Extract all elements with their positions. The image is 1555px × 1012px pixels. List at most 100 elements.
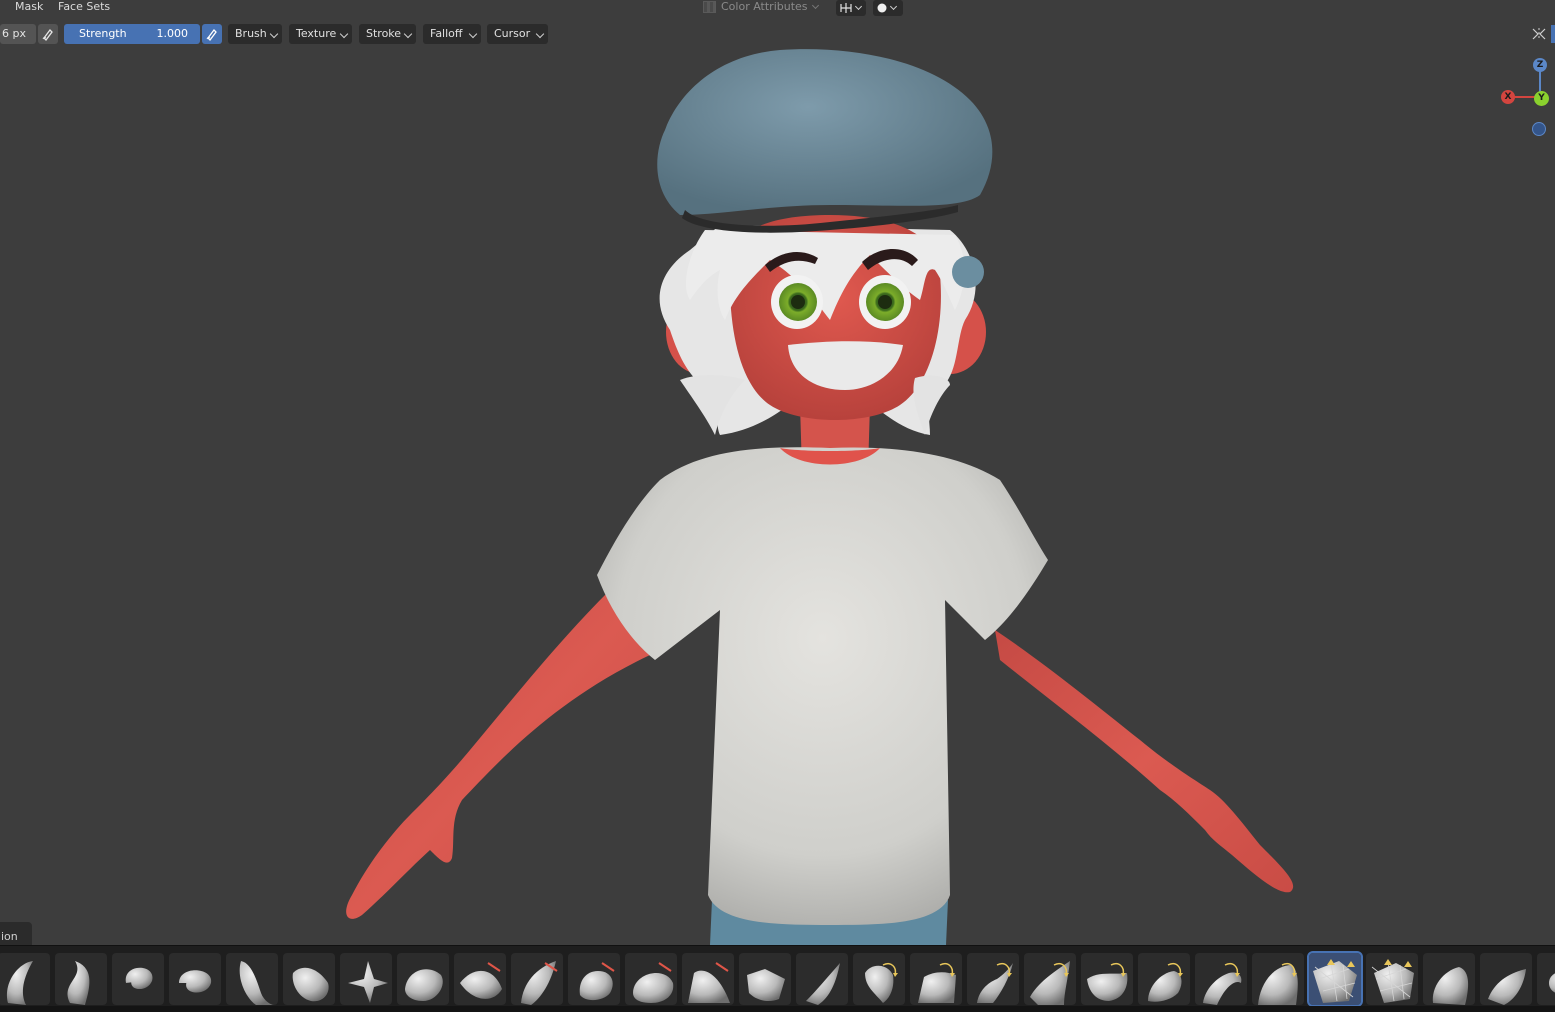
menu-mask[interactable]: Mask — [15, 0, 43, 14]
chevron-down-icon — [889, 2, 898, 11]
thumb-brush-icon — [1030, 961, 1070, 1005]
strength-pressure-button[interactable] — [202, 24, 222, 44]
brush-asset-shelf — [0, 945, 1555, 1012]
cursor-dropdown-label: Cursor — [494, 27, 531, 40]
nudge-brush[interactable] — [1138, 953, 1190, 1005]
strength-value: 1.000 — [156, 27, 189, 40]
clay-thumb-brush[interactable] — [226, 953, 278, 1005]
draw-face-sets-brush-icon — [1549, 973, 1555, 993]
chevron-down-icon — [854, 2, 863, 11]
tool-settings-header: 6 px Strength 1.000 Brush Texture Stroke… — [0, 24, 560, 44]
color-attributes-dropdown[interactable]: Color Attributes — [703, 0, 830, 14]
strength-label: Strength — [79, 27, 127, 40]
chevron-down-icon — [811, 1, 819, 10]
color-attributes-icon — [703, 1, 716, 13]
symmetry-dropdown[interactable] — [836, 0, 866, 16]
smooth-brush[interactable] — [511, 953, 563, 1005]
3d-viewport[interactable]: Mask Face Sets Color Attributes 6 px Str… — [0, 0, 1555, 945]
crease-brush[interactable] — [454, 953, 506, 1005]
navigation-gizmo[interactable]: Z X Y — [1495, 55, 1555, 140]
cloth-brush[interactable] — [1366, 953, 1418, 1005]
texture-dropdown[interactable]: Texture — [289, 24, 352, 44]
cursor-dropdown[interactable]: Cursor — [487, 24, 548, 44]
thumb-brush[interactable] — [1024, 953, 1076, 1005]
mask-brush[interactable] — [1480, 953, 1532, 1005]
mask-brush-icon — [1488, 969, 1526, 1005]
brush-dropdown[interactable]: Brush — [228, 24, 282, 44]
pose-brush[interactable] — [1081, 953, 1133, 1005]
pen-pressure-icon — [42, 29, 53, 41]
header-menu-row: Mask Face Sets Color Attributes — [0, 0, 1555, 16]
gizmo-z-axis[interactable]: Z — [1533, 58, 1547, 72]
blob-brush[interactable] — [397, 953, 449, 1005]
chevron-down-icon — [403, 29, 413, 39]
pose-brush-icon — [1087, 963, 1128, 1001]
layer-brush[interactable] — [283, 953, 335, 1005]
grab-brush[interactable] — [853, 953, 905, 1005]
status-strip — [0, 1006, 1555, 1012]
rotate-brush-icon — [1203, 963, 1242, 1005]
boundary-brush[interactable] — [1307, 951, 1363, 1007]
draw-brush-icon — [7, 961, 33, 1005]
chevron-down-icon — [468, 29, 478, 39]
brush-dropdown-label: Brush — [235, 27, 267, 40]
bottom-panel-tab[interactable]: ion — [0, 922, 32, 945]
mirror-icon[interactable] — [1531, 27, 1547, 41]
elastic-deform-brush[interactable] — [910, 953, 962, 1005]
draw-face-sets-brush[interactable] — [1537, 953, 1555, 1005]
simplify-brush[interactable] — [1423, 953, 1475, 1005]
clay-brush[interactable] — [112, 953, 164, 1005]
flatten-brush[interactable] — [568, 953, 620, 1005]
multiplane-scrape-brush[interactable] — [739, 953, 791, 1005]
pen-pressure-icon — [206, 29, 217, 41]
clay-thumb-brush-icon — [239, 961, 274, 1005]
radius-pressure-button[interactable] — [38, 24, 58, 44]
pinch-brush-icon — [806, 963, 840, 1005]
scrape-brush-icon — [688, 962, 730, 1003]
gizmo-neg-z-axis[interactable] — [1532, 122, 1546, 136]
chevron-down-icon — [269, 29, 279, 39]
chevron-down-icon — [339, 29, 349, 39]
symmetry-icon — [840, 3, 852, 13]
simplify-brush-icon — [1432, 967, 1469, 1005]
grab-brush-icon — [865, 963, 898, 1003]
draw-brush[interactable] — [0, 953, 50, 1005]
strength-slider[interactable]: Strength 1.000 — [64, 24, 200, 44]
elastic-deform-brush-icon — [918, 963, 956, 1003]
boundary-brush-icon — [1313, 959, 1357, 1003]
multiplane-scrape-brush-icon — [747, 969, 785, 1001]
cloth-brush-icon — [1371, 959, 1414, 1003]
radius-field[interactable]: 6 px — [0, 24, 36, 44]
rotate-brush[interactable] — [1195, 953, 1247, 1005]
blob-brush-icon — [405, 969, 443, 1001]
fill-brush-icon — [633, 962, 674, 1003]
snake-hook-brush[interactable] — [967, 953, 1019, 1005]
clay-strips-brush-icon — [179, 970, 212, 993]
gizmo-x-axis[interactable]: X — [1501, 90, 1515, 104]
sphere-icon — [877, 3, 887, 13]
smooth-brush-icon — [521, 961, 558, 1005]
clay-brush-icon — [125, 967, 153, 990]
gizmo-y-axis[interactable]: Y — [1534, 91, 1549, 106]
nudge-brush-icon — [1148, 963, 1183, 1002]
shading-dropdown[interactable] — [873, 0, 903, 16]
flatten-brush-icon — [579, 962, 615, 1001]
falloff-dropdown-label: Falloff — [430, 27, 463, 40]
character-model — [346, 49, 1294, 945]
snake-hook-brush-icon — [977, 963, 1013, 1003]
crease-brush-icon — [460, 962, 502, 999]
scrape-brush[interactable] — [682, 953, 734, 1005]
stroke-dropdown[interactable]: Stroke — [359, 24, 416, 44]
draw-sharp-brush[interactable] — [55, 953, 107, 1005]
falloff-dropdown[interactable]: Falloff — [423, 24, 481, 44]
fill-brush[interactable] — [625, 953, 677, 1005]
inflate-brush[interactable] — [340, 953, 392, 1005]
menu-face-sets[interactable]: Face Sets — [58, 0, 110, 14]
draw-sharp-brush-icon — [67, 961, 90, 1005]
pinch-brush[interactable] — [796, 953, 848, 1005]
slide-relax-brush[interactable] — [1252, 953, 1304, 1005]
clay-strips-brush[interactable] — [169, 953, 221, 1005]
chevron-down-icon — [535, 29, 545, 39]
texture-dropdown-label: Texture — [296, 27, 337, 40]
stroke-dropdown-label: Stroke — [366, 27, 402, 40]
